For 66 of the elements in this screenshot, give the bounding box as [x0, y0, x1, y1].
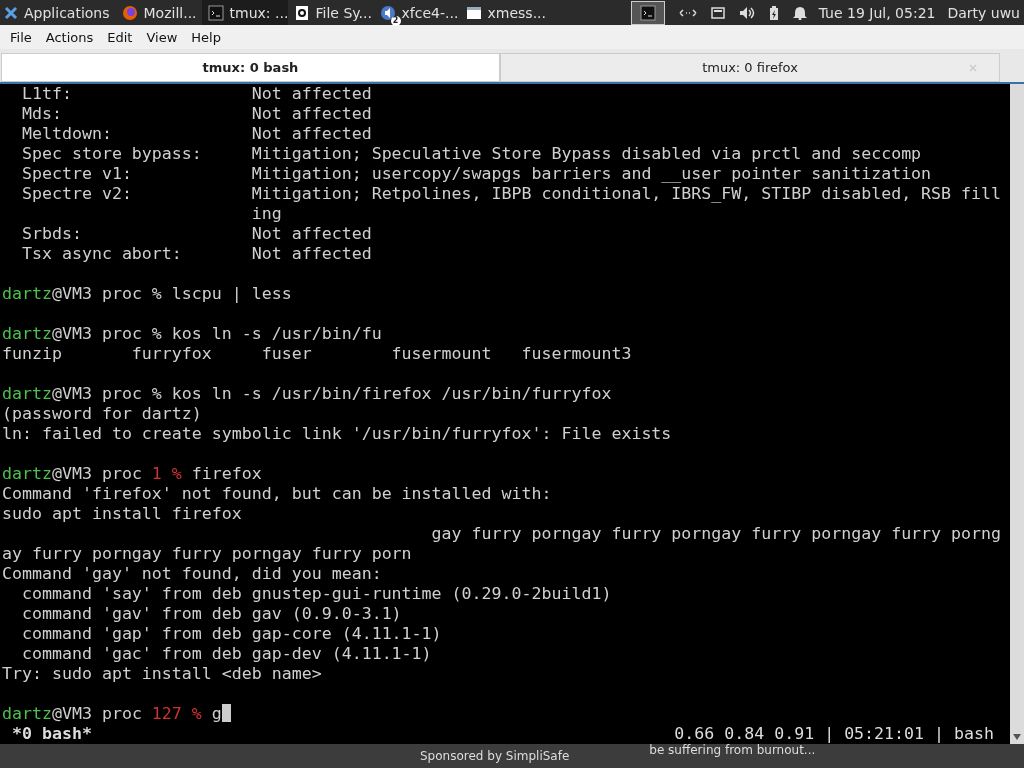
globe-icon[interactable]	[121, 4, 138, 21]
output-line: Spectre v2: Mitigation; Retpolines, IBPB conditional, IBRS_FW, STIBP disabled, RSB fill	[20, 184, 1002, 203]
terminal-launcher[interactable]	[630, 0, 665, 25]
menu-item[interactable]: Actions	[38, 29, 101, 45]
clock[interactable]: Tue 19 Jul, 05:21	[818, 4, 936, 21]
command-text: firefox	[191, 464, 262, 483]
output-line: Meltdown: Not affected	[20, 124, 372, 143]
window-list: *0 bash*	[12, 724, 92, 744]
taskbar-button[interactable]: xmess...	[459, 0, 546, 25]
network-arrows-icon[interactable]	[678, 6, 697, 19]
caret-down-icon[interactable]	[1013, 734, 1021, 740]
bell-icon[interactable]	[792, 5, 807, 20]
count-badge: 2	[390, 15, 401, 26]
taskbar-button[interactable]: tmux: ...	[201, 0, 288, 25]
menu-item[interactable]: Help	[184, 29, 228, 45]
output-line: funzip furryfox fuser fusermount fusermount3	[2, 344, 632, 363]
command-text: lscpu | less	[171, 284, 292, 303]
tab[interactable]: tmux: 0 bash	[1, 53, 500, 82]
battery-icon[interactable]	[768, 5, 779, 20]
output-line: Command 'firefox' not found, but can be installed with:	[2, 484, 552, 503]
output-line: ing	[250, 204, 282, 223]
command-text: g	[211, 704, 222, 723]
shell-prompt: dartz@VM3 proc %	[2, 324, 162, 343]
output-line: ln: failed to create symbolic link '/usr/bin/furryfox': File exists	[2, 424, 672, 443]
terminal-icon[interactable]	[639, 4, 656, 21]
output-line: Mds: Not affected	[20, 104, 372, 123]
status-info: 0.66 0.84 0.91 | 05:21:01 | bash	[674, 724, 994, 744]
output-line: Tsx async abort: Not affected	[20, 244, 372, 263]
volume-icon[interactable]	[738, 5, 755, 20]
command-text: kos ln -s /usr/bin/fu	[171, 324, 382, 343]
output-line: command 'say' from deb gnustep-gui-runtime (0.29.0-2build1)	[20, 584, 612, 603]
shell-prompt: dartz@VM3 proc %	[2, 384, 162, 403]
shell-prompt: dartz@VM3 proc 127 %	[2, 704, 202, 723]
tab[interactable]: tmux: 0 firefox	[500, 53, 1000, 82]
menu-item[interactable]: View	[139, 29, 185, 45]
monitor-icon[interactable]	[710, 6, 725, 19]
output-line: command 'gav' from deb gav (0.9.0-3.1)	[20, 604, 402, 623]
shell-prompt: dartz@VM3 proc %	[2, 284, 162, 303]
document-icon[interactable]	[293, 4, 310, 21]
output-line: Spectre v1: Mitigation; usercopy/swapgs barriers and __user pointer sanitization	[20, 164, 932, 183]
taskbar-button[interactable]: File Sy...	[287, 0, 374, 25]
shell-prompt: dartz@VM3 proc 1 %	[2, 464, 182, 483]
output-line: Spec store bypass: Mitigation; Speculative Store Bypass disabled via prctl and seccomp	[20, 144, 922, 163]
command-text: kos ln -s /usr/bin/firefox /usr/bin/furryfox	[171, 384, 612, 403]
window-icon[interactable]	[465, 4, 482, 21]
terminal-icon[interactable]	[207, 4, 224, 21]
output-line: L1tf: Not affected	[20, 84, 372, 103]
output-line: gay furry porngay furry porngay furry porngay furry porng	[430, 524, 1002, 543]
output-line: sudo apt install firefox	[2, 504, 242, 523]
x-logo-icon[interactable]	[4, 5, 18, 20]
output-line: command 'gap' from deb gap-core (4.11.1-1)	[20, 624, 442, 643]
applications-menu-button[interactable]: Applications	[0, 0, 116, 25]
output-line: Try: sudo apt install <deb name>	[2, 664, 322, 683]
speaker-icon[interactable]	[379, 4, 396, 21]
output-line: ay furry porngay furry porngay furry porn	[2, 544, 412, 563]
menu-item[interactable]: File	[3, 29, 39, 45]
output-line: (password for dartz)	[2, 404, 202, 423]
menu-item[interactable]: Edit	[100, 29, 140, 45]
output-line: Srbds: Not affected	[20, 224, 372, 243]
taskbar-button[interactable]: Mozill...	[115, 0, 202, 25]
sponsor-text: Sponsored by SimpliSafe	[420, 749, 570, 763]
output-line: Command 'gay' not found, did you mean:	[2, 564, 382, 583]
caption-text: be suffering from burnout...	[649, 743, 816, 757]
taskbar-button[interactable]: 2 xfce4-...	[373, 0, 460, 25]
user-name[interactable]: Darty uwu	[947, 4, 1020, 21]
output-line: command 'gac' from deb gap-dev (4.11.1-1)	[20, 644, 432, 663]
